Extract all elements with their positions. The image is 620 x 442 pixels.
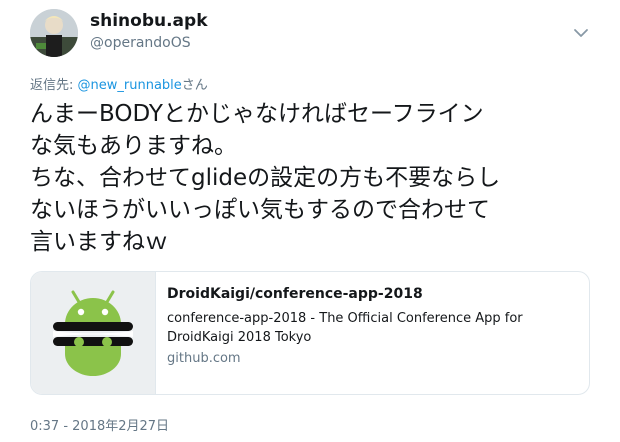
card-image <box>31 272 156 394</box>
link-card[interactable]: DroidKaigi/conference-app-2018 conferenc… <box>30 271 590 395</box>
avatar-image <box>30 9 78 57</box>
card-description: conference-app-2018 - The Official Confe… <box>167 309 567 347</box>
tweet-line: な気もありますね。 <box>30 133 237 159</box>
user-handle[interactable]: @operandoOS <box>90 35 191 51</box>
tweet-line: 言いますねｗ <box>30 229 168 255</box>
tweet-text: んまーBODYとかじゃなければセーフライン な気もありますね。 ちな、合わせてg… <box>30 98 590 258</box>
avatar[interactable] <box>30 9 78 57</box>
display-name[interactable]: shinobu.apk <box>90 11 208 31</box>
tweet-timestamp[interactable]: 0:37 - 2018年2月27日 <box>30 415 169 434</box>
reply-mention-link[interactable]: @new_runnable <box>78 78 182 93</box>
reply-context: 返信先: @new_runnableさん <box>30 74 208 93</box>
tweet-line: ちな、合わせてglideの設定の方も不要ならし <box>30 165 501 191</box>
reply-prefix: 返信先: <box>30 78 78 93</box>
tweet-line: ないほうがいいっぽい気もするので合わせて <box>30 197 490 223</box>
tweet-line: んまーBODYとかじゃなければセーフライン <box>30 101 484 127</box>
chevron-down-icon[interactable] <box>573 24 589 37</box>
android-logo-icon <box>53 290 133 376</box>
card-title: DroidKaigi/conference-app-2018 <box>167 286 423 302</box>
card-description-line: DroidKaigi 2018 Tokyo <box>167 330 312 345</box>
card-domain: github.com <box>167 351 241 366</box>
card-description-line: conference-app-2018 - The Official Confe… <box>167 311 523 326</box>
reply-suffix: さん <box>181 78 208 93</box>
